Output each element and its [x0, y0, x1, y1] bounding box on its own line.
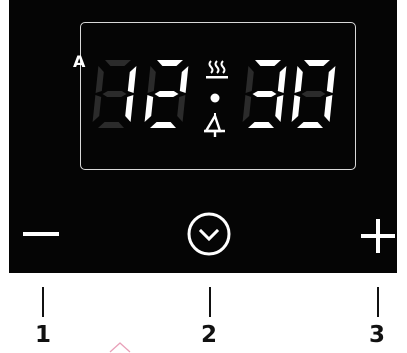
digit-4-segment-b — [326, 66, 336, 93]
digit-4-segment-f — [294, 66, 303, 93]
digit-3-segment-d — [248, 122, 274, 128]
digit-2-segment-f — [147, 66, 156, 93]
colon-dot — [210, 93, 220, 103]
callout-line-1 — [42, 287, 44, 317]
digit-2-segment-a — [157, 60, 183, 66]
digit-3-segment-g — [252, 91, 277, 97]
digit-4-segment-c — [324, 95, 333, 122]
callout-line-2 — [209, 287, 211, 317]
minus-icon — [23, 232, 59, 236]
digit-2-segment-c — [177, 95, 186, 122]
digit-1-segment-c — [125, 95, 134, 122]
digit-4-segment-d — [297, 122, 323, 128]
callout-line-3 — [377, 287, 379, 317]
bell-icon — [203, 113, 225, 137]
callout-label-1: 1 — [35, 322, 52, 348]
plus-button[interactable] — [359, 216, 399, 256]
plus-icon — [361, 219, 395, 253]
clock-button[interactable] — [185, 209, 235, 259]
digit-2-segment-g — [154, 91, 179, 97]
digit-2-segment-d — [150, 122, 176, 128]
caret-icon — [109, 342, 131, 353]
heating-icon — [206, 60, 228, 79]
digit-1-segment-g — [102, 91, 127, 97]
digit-2-segment-b — [179, 66, 189, 93]
digit-3-segment-a — [255, 60, 281, 66]
digit-3-segment-e — [242, 95, 252, 122]
digit-1-segment-b — [127, 66, 137, 93]
time-display — [92, 60, 336, 128]
digit-1-segment-a — [105, 60, 131, 66]
digit-4-segment-a — [304, 60, 330, 66]
clock-icon — [187, 212, 231, 256]
digit-3-segment-b — [277, 66, 287, 93]
digit-4-segment-e — [291, 95, 301, 122]
digit-4-segment-g — [301, 91, 326, 97]
minus-button[interactable] — [22, 219, 62, 249]
digit-3-segment-c — [275, 95, 284, 122]
digit-1-segment-d — [98, 122, 124, 128]
digit-1-segment-f — [95, 66, 104, 93]
digit-2-segment-e — [144, 95, 154, 122]
callout-label-2: 2 — [201, 322, 218, 348]
digit-3-segment-f — [245, 66, 254, 93]
digit-1-segment-e — [92, 95, 102, 122]
callout-label-3: 3 — [369, 322, 386, 348]
